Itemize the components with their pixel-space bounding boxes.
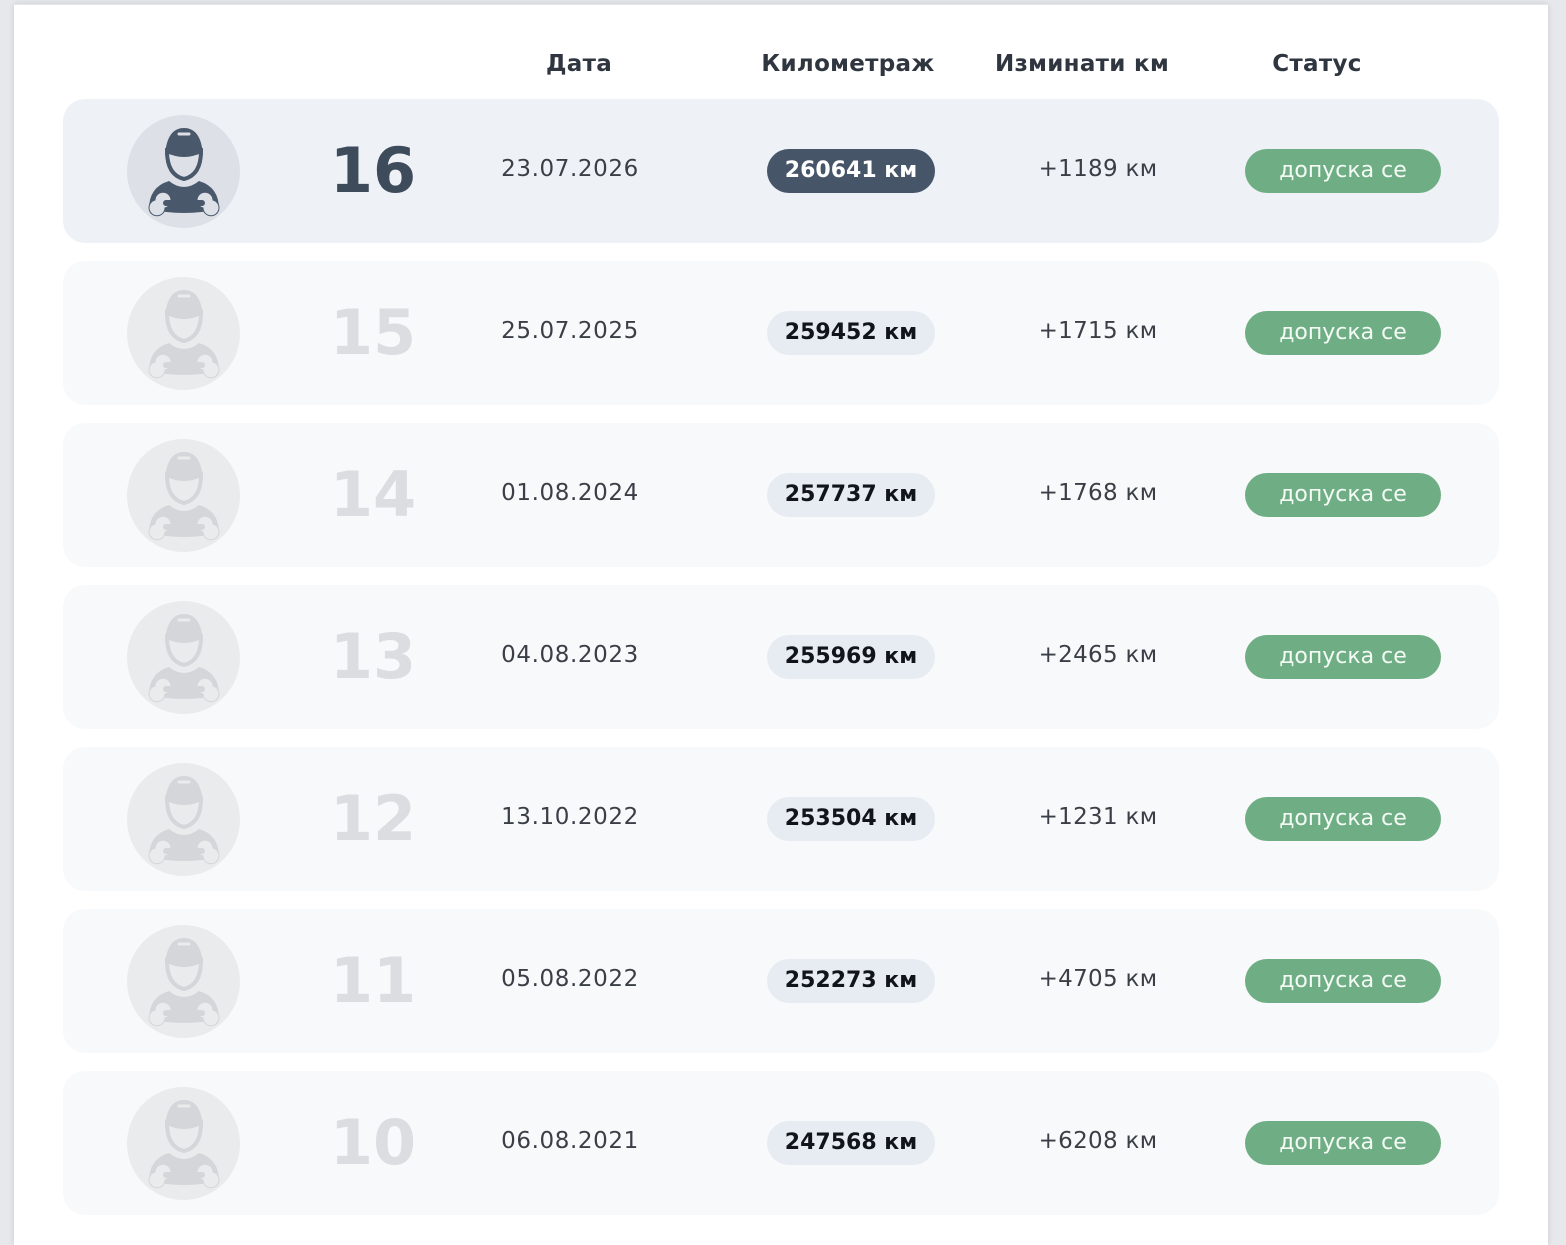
status-badge[interactable]: допуска се xyxy=(1245,797,1441,841)
inspection-number: 10 xyxy=(329,1106,417,1179)
status-badge[interactable]: допуска се xyxy=(1245,473,1441,517)
status-badge[interactable]: допуска се xyxy=(1245,1121,1441,1165)
table-header: Дата Километраж Изминати км Статус xyxy=(14,51,1548,91)
distance-driven: +1189 км xyxy=(1038,156,1158,182)
inspection-date: 04.08.2023 xyxy=(501,642,639,668)
column-header-date: Дата xyxy=(545,51,613,77)
inspection-date: 01.08.2024 xyxy=(501,480,639,506)
mechanic-icon xyxy=(127,115,240,228)
inspection-number: 15 xyxy=(329,296,417,369)
inspection-date: 05.08.2022 xyxy=(501,966,639,992)
inspection-date: 13.10.2022 xyxy=(501,804,639,830)
mileage-badge: 255969 км xyxy=(767,635,935,679)
mileage-badge: 253504 км xyxy=(767,797,935,841)
column-header-status: Статус xyxy=(1272,51,1362,77)
column-header-distance: Изминати км xyxy=(994,51,1170,77)
table-row[interactable]: 16 23.07.2026 260641 км +1189 км допуска… xyxy=(63,99,1499,243)
inspection-number: 14 xyxy=(329,458,417,531)
inspection-number: 12 xyxy=(329,782,417,855)
distance-driven: +1231 км xyxy=(1038,804,1158,830)
inspection-history-panel: Дата Километраж Изминати км Статус 16 23… xyxy=(14,4,1548,1245)
status-badge[interactable]: допуска се xyxy=(1245,635,1441,679)
distance-driven: +1715 км xyxy=(1038,318,1158,344)
distance-driven: +6208 км xyxy=(1038,1128,1158,1154)
status-badge[interactable]: допуска се xyxy=(1245,149,1441,193)
table-row[interactable]: 13 04.08.2023 255969 км +2465 км допуска… xyxy=(63,585,1499,729)
mileage-badge: 252273 км xyxy=(767,959,935,1003)
distance-driven: +4705 км xyxy=(1038,966,1158,992)
status-badge[interactable]: допуска се xyxy=(1245,959,1441,1003)
inspection-date: 25.07.2025 xyxy=(501,318,639,344)
inspection-date: 06.08.2021 xyxy=(501,1128,639,1154)
inspection-date: 23.07.2026 xyxy=(501,156,639,182)
column-header-mileage: Километраж xyxy=(761,51,935,77)
table-row[interactable]: 12 13.10.2022 253504 км +1231 км допуска… xyxy=(63,747,1499,891)
mechanic-icon xyxy=(127,763,240,876)
mechanic-icon xyxy=(127,601,240,714)
mileage-badge: 247568 км xyxy=(767,1121,935,1165)
table-row[interactable]: 14 01.08.2024 257737 км +1768 км допуска… xyxy=(63,423,1499,567)
distance-driven: +1768 км xyxy=(1038,480,1158,506)
mechanic-icon xyxy=(127,439,240,552)
mileage-badge: 259452 км xyxy=(767,311,935,355)
table-row[interactable]: 10 06.08.2021 247568 км +6208 км допуска… xyxy=(63,1071,1499,1215)
inspection-number: 16 xyxy=(329,134,417,207)
mechanic-icon xyxy=(127,277,240,390)
distance-driven: +2465 км xyxy=(1038,642,1158,668)
mechanic-icon xyxy=(127,1087,240,1200)
mileage-badge: 260641 км xyxy=(767,149,935,193)
mileage-badge: 257737 км xyxy=(767,473,935,517)
mechanic-icon xyxy=(127,925,240,1038)
table-row[interactable]: 11 05.08.2022 252273 км +4705 км допуска… xyxy=(63,909,1499,1053)
inspection-number: 13 xyxy=(329,620,417,693)
inspection-number: 11 xyxy=(329,944,417,1017)
table-row[interactable]: 15 25.07.2025 259452 км +1715 км допуска… xyxy=(63,261,1499,405)
status-badge[interactable]: допуска се xyxy=(1245,311,1441,355)
